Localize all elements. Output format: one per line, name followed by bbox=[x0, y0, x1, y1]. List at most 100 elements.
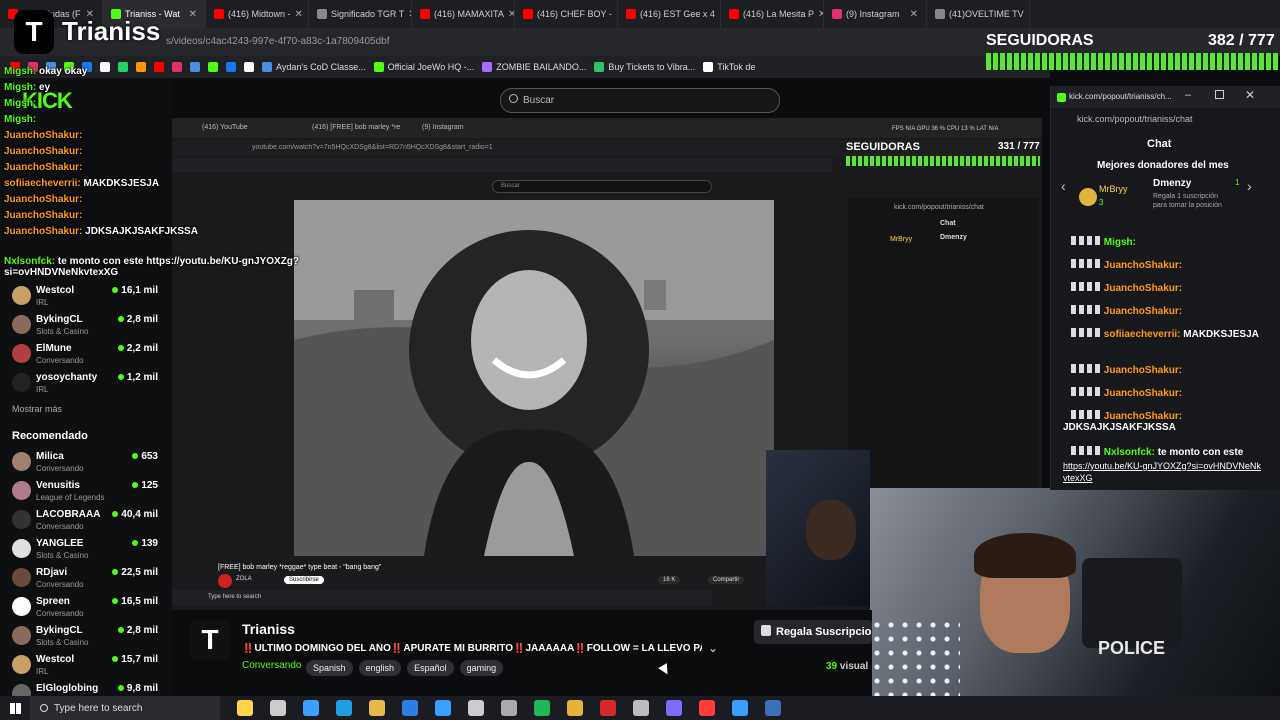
chat-username[interactable]: JuanchoShakur: bbox=[1104, 283, 1182, 294]
bookmark-item[interactable]: TikTok de bbox=[703, 62, 755, 72]
bookmark-label: ZOMBIE BAILANDO... bbox=[496, 62, 587, 72]
sidebar-channel[interactable]: Spreen Conversando 16,5 mil bbox=[12, 593, 162, 621]
chat-username[interactable]: Nxlsonfck: bbox=[1104, 447, 1155, 458]
donor-avatar bbox=[1079, 188, 1097, 206]
maximize-icon[interactable] bbox=[1215, 90, 1224, 99]
close-tab-icon[interactable]: ✕ bbox=[189, 9, 197, 20]
bookmark-item[interactable]: ZOMBIE BAILANDO... bbox=[482, 62, 586, 72]
chat-text: JDKSAJKJSAKFJKSSA bbox=[85, 226, 198, 237]
sidebar-channel[interactable]: YANGLEE Slots & Casino 139 bbox=[12, 535, 162, 563]
windows-logo bbox=[9, 702, 21, 714]
kick-search-input[interactable]: Buscar bbox=[500, 88, 780, 113]
taskbar-search[interactable]: Type here to search bbox=[30, 696, 220, 720]
browser-tab[interactable]: (416) La Mesita P✕ bbox=[721, 0, 824, 28]
taskbar-app-icon[interactable] bbox=[402, 700, 418, 716]
bookmark-item[interactable]: Buy Tickets to Vibra... bbox=[594, 62, 695, 72]
chevron-right-icon[interactable]: › bbox=[1247, 178, 1252, 194]
live-dot-icon bbox=[112, 569, 119, 575]
gift-sub-button[interactable]: Regala Suscripcio bbox=[754, 620, 872, 644]
sidebar-channel[interactable]: yosoychanty IRL 1,2 mil bbox=[12, 369, 162, 397]
chat-username[interactable]: JuanchoShakur: bbox=[1104, 388, 1182, 399]
taskbar-app-icon[interactable] bbox=[765, 700, 781, 716]
taskbar-app-icon[interactable] bbox=[468, 700, 484, 716]
viewer-number: 1,2 mil bbox=[126, 372, 158, 383]
sidebar-channel[interactable]: Venusitis League of Legends 125 bbox=[12, 477, 162, 505]
chat-overlay-message: Migsh: okay okay bbox=[4, 66, 87, 77]
stream-tags: Spanish english Español gaming bbox=[306, 658, 509, 676]
sidebar-channel[interactable]: RDjavi Conversando 22,5 mil bbox=[12, 564, 162, 592]
sidebar-channel[interactable]: Milica Conversando 653 bbox=[12, 448, 162, 476]
chat-username[interactable]: JuanchoShakur: bbox=[1104, 306, 1182, 317]
windows-start-icon[interactable] bbox=[0, 696, 30, 720]
taskbar-app-icon[interactable] bbox=[336, 700, 352, 716]
chat-overlay-message: sofiiaecheverrii: MAKDKSJESJA bbox=[4, 178, 159, 189]
taskbar-app-icon[interactable] bbox=[600, 700, 616, 716]
taskbar-app-icon[interactable] bbox=[666, 700, 682, 716]
sidebar-channel[interactable]: Westcol IRL 16,1 mil bbox=[12, 282, 162, 310]
taskbar-app-icon[interactable] bbox=[501, 700, 517, 716]
tab-favicon-icon bbox=[523, 9, 533, 19]
browser-tab[interactable]: (416) MAMAXITA ✕ bbox=[412, 0, 515, 28]
close-tab-icon[interactable]: ✕ bbox=[508, 9, 514, 20]
minimize-icon[interactable]: – bbox=[1185, 89, 1191, 101]
bookmark-icon bbox=[482, 62, 493, 72]
browser-tab[interactable]: (41)OVELTIME TV ✕ bbox=[927, 0, 1030, 28]
chair-logo-text: POLICE bbox=[1098, 638, 1166, 658]
stream-title: ‼️ULTIMO DOMINGO DEL AÑO‼️APURATE MI BUR… bbox=[242, 643, 702, 654]
taskbar-app-icon[interactable] bbox=[633, 700, 649, 716]
browser-tab[interactable]: (416) EST Gee x 4✕ bbox=[618, 0, 721, 28]
chat-username: JuanchoShakur: bbox=[4, 146, 83, 157]
stream-tag[interactable]: english bbox=[358, 660, 402, 676]
chat-username[interactable]: Migsh: bbox=[1104, 237, 1136, 248]
url-text[interactable]: s/videos/c4ac4243-997e-4f70-a83c-1a78094… bbox=[166, 36, 390, 47]
chat-message: JuanchoShakur: bbox=[1063, 364, 1182, 376]
chat-message: sofiiaecheverrii: MAKDKSJESJA bbox=[1063, 328, 1263, 340]
channel-name[interactable]: Trianiss bbox=[242, 621, 295, 637]
followers-goal-count: 382 / 777 bbox=[1208, 32, 1275, 49]
bookmark-item[interactable]: Official JoeWo HQ -... bbox=[373, 62, 474, 72]
close-tab-icon[interactable]: ✕ bbox=[1028, 9, 1029, 20]
browser-tab[interactable]: (416) CHEF BOY -✕ bbox=[515, 0, 618, 28]
taskbar-app-icon[interactable] bbox=[732, 700, 748, 716]
sidebar-channel[interactable]: LACOBRAAA Conversando 40,4 mil bbox=[12, 506, 162, 534]
taskbar-app-icon[interactable] bbox=[237, 700, 253, 716]
chat-username[interactable]: JuanchoShakur: bbox=[1104, 260, 1182, 271]
close-tab-icon[interactable]: ✕ bbox=[910, 9, 918, 20]
taskbar-app-icon[interactable] bbox=[435, 700, 451, 716]
channel-avatar[interactable]: T bbox=[190, 620, 230, 660]
sidebar-channel[interactable]: BykingCL Slots & Casino 2,8 mil bbox=[12, 311, 162, 339]
browser-tab[interactable]: Significado TGR T✕ bbox=[309, 0, 412, 28]
donors-title: Mejores donadores del mes bbox=[1097, 160, 1229, 171]
taskbar-app-icon[interactable] bbox=[534, 700, 550, 716]
show-more-link[interactable]: Mostrar más bbox=[12, 404, 62, 414]
viewer-number: 2,8 mil bbox=[126, 314, 158, 325]
channel-avatar bbox=[12, 655, 31, 674]
sidebar-channel[interactable]: BykingCL Slots & Casino 2,8 mil bbox=[12, 622, 162, 650]
inner-address-bar: youtube.com/watch?v=7n5HQcXDSg8&list=RD7… bbox=[172, 140, 1042, 156]
browser-tab[interactable]: (416) Midtown - ✕ bbox=[206, 0, 309, 28]
channel-category: IRL bbox=[36, 298, 49, 307]
close-icon[interactable]: ✕ bbox=[1245, 88, 1255, 102]
browser-tab[interactable]: (9) Instagram ✕ bbox=[824, 0, 927, 28]
chat-username[interactable]: JuanchoShakur: bbox=[1104, 365, 1182, 376]
popout-url[interactable]: kick.com/popout/trianiss/chat bbox=[1077, 114, 1193, 124]
chat-username[interactable]: sofiiaecheverrii: bbox=[1104, 329, 1181, 340]
taskbar-app-icon[interactable] bbox=[270, 700, 286, 716]
taskbar-app-icon[interactable] bbox=[369, 700, 385, 716]
close-tab-icon[interactable]: ✕ bbox=[295, 9, 303, 20]
taskbar-app-icon[interactable] bbox=[567, 700, 583, 716]
chat-username[interactable]: JuanchoShakur: bbox=[1104, 411, 1182, 422]
stream-tag[interactable]: gaming bbox=[459, 660, 504, 676]
video-player[interactable] bbox=[294, 200, 774, 556]
badge-icons bbox=[1071, 364, 1101, 373]
chat-link[interactable]: https://youtu.be/KU-gnJYOXZg?si=ovHNDVNe… bbox=[1063, 460, 1263, 484]
stream-tag[interactable]: Spanish bbox=[306, 660, 353, 676]
chevron-down-icon[interactable]: ⌄ bbox=[708, 641, 718, 655]
stream-tag[interactable]: Español bbox=[407, 660, 454, 676]
chevron-left-icon[interactable]: ‹ bbox=[1061, 178, 1066, 194]
sidebar-channel[interactable]: ElMune Conversando 2,2 mil bbox=[12, 340, 162, 368]
stream-category[interactable]: Conversando bbox=[242, 660, 301, 671]
taskbar-app-icon[interactable] bbox=[303, 700, 319, 716]
sidebar-channel[interactable]: Westcol IRL 15,7 mil bbox=[12, 651, 162, 679]
taskbar-app-icon[interactable] bbox=[699, 700, 715, 716]
